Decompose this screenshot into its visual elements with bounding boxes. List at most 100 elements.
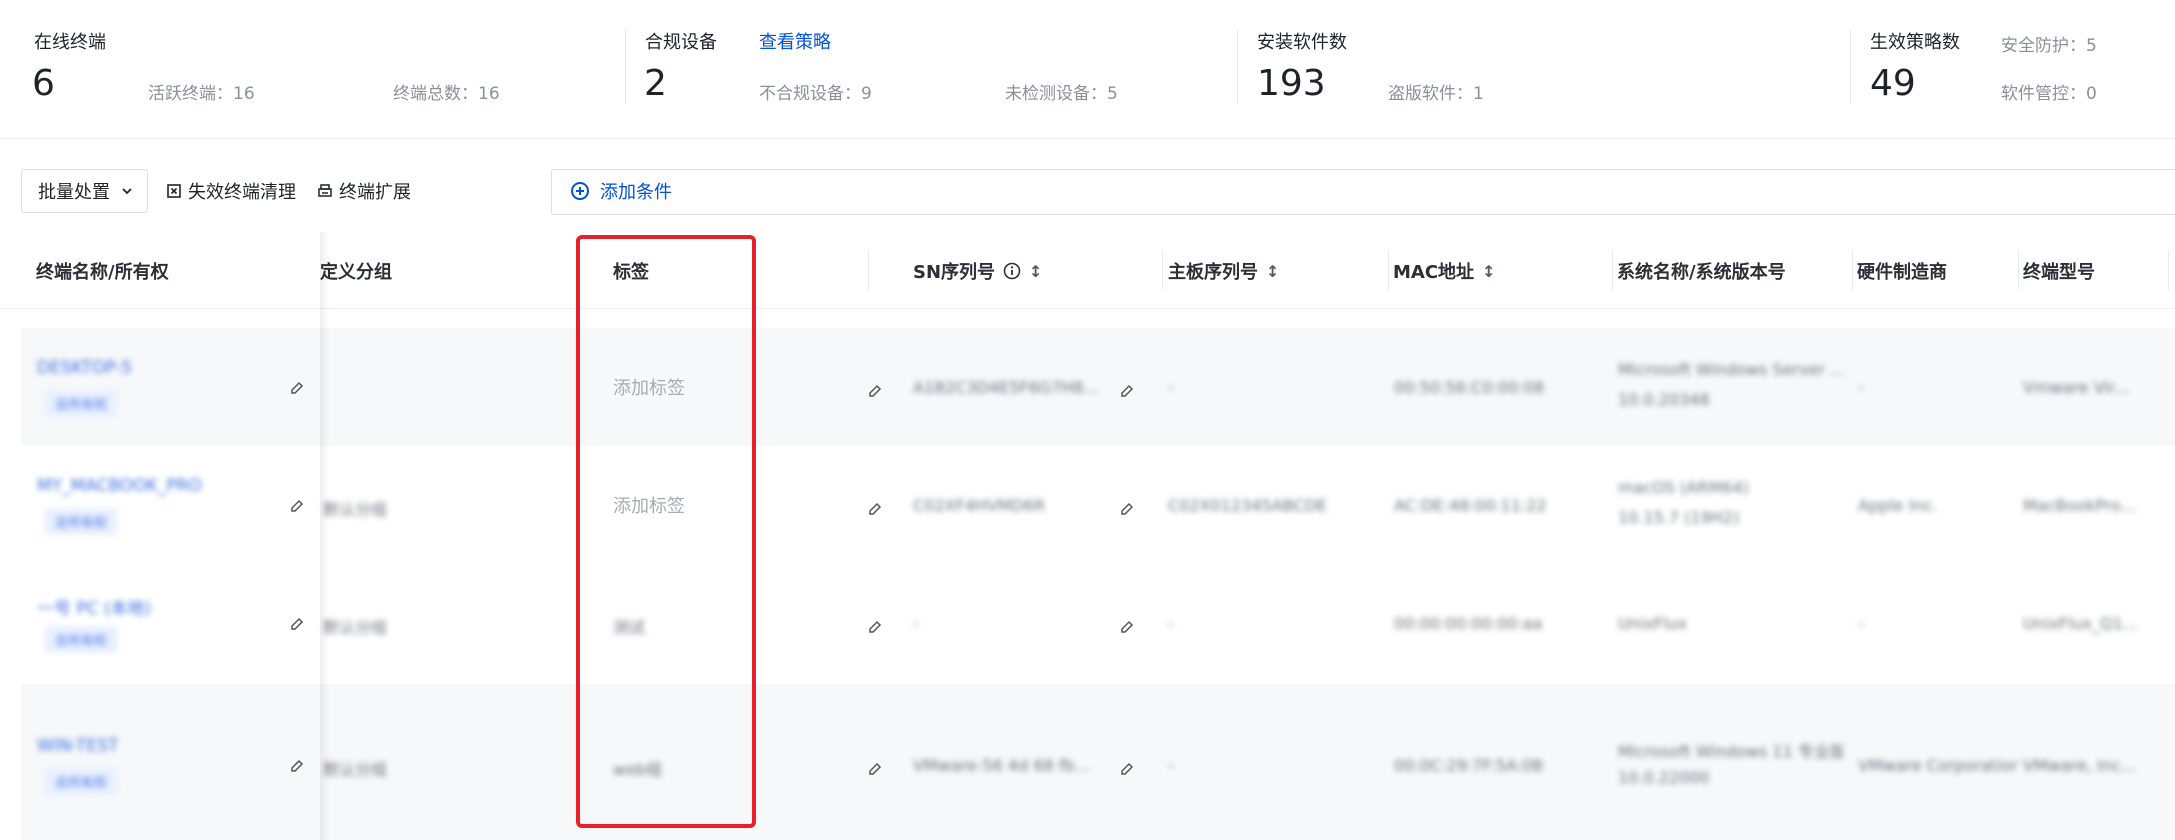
stat-divider (1850, 30, 1851, 104)
col-header-vendor[interactable]: 硬件制造商 (1857, 258, 1947, 284)
edit-icon[interactable] (867, 501, 883, 517)
edit-icon[interactable] (867, 383, 883, 399)
chevron-down-icon (122, 188, 132, 195)
batch-action-dropdown[interactable]: 批量处置 (21, 169, 148, 213)
col-header-board[interactable]: 主板序列号 ↕ (1168, 258, 1279, 284)
sort-icon[interactable]: ↕ (1482, 262, 1495, 281)
table-row[interactable]: MY_MACBOOK_PRO 总所有权 默认分组 添加标签 C02XF4HVMD… (21, 446, 2175, 564)
column-divider[interactable] (868, 250, 869, 290)
column-divider[interactable] (1162, 250, 1163, 290)
ownership-badge: 总所有权 (45, 390, 118, 417)
edit-icon[interactable] (1119, 501, 1135, 517)
installed-software-title: 安装软件数 (1257, 32, 1347, 53)
os-name: macOS (ARM64) (1618, 478, 1749, 497)
os-version: 10.0.22000 (1618, 768, 1710, 787)
model-value: UnixFlux_Q1... (2023, 614, 2139, 633)
os-version: 10.0.20348 (1618, 390, 1710, 409)
info-icon[interactable] (1003, 262, 1021, 280)
sort-icon[interactable]: ↕ (1029, 262, 1042, 281)
terminal-name-link[interactable]: WIN-TEST (37, 736, 118, 756)
active-policies-value: 49 (1870, 63, 1916, 104)
terminal-extend-button[interactable]: 终端扩展 (317, 178, 411, 204)
view-policy-link[interactable]: 查看策略 (759, 28, 831, 54)
terminal-name-link[interactable]: MY_MACBOOK_PRO (37, 476, 202, 496)
stats-header: 在线终端 6 活跃终端：16 终端总数：16 合规设备 查看策略 2 不合规设备… (0, 0, 2175, 139)
sort-icon[interactable]: ↕ (1266, 262, 1279, 281)
ownership-badge: 总所有权 (45, 768, 118, 795)
sn-value: A1B2C3D4E5F6G7H8... (913, 378, 1099, 397)
pirated-software: 盗版软件：1 (1388, 84, 1484, 104)
mac-value: AC:DE:48:00:11:22 (1394, 496, 1547, 515)
vendor-value: Apple Inc. (1858, 496, 1938, 515)
os-name: Microsoft Windows 11 专业版 (1618, 742, 1843, 761)
terminal-name-link[interactable]: DESKTOP-5 (37, 358, 132, 378)
col-header-model[interactable]: 终端型号 (2023, 258, 2095, 284)
ownership-badge: 总所有权 (45, 626, 118, 653)
frozen-column-shadow (320, 232, 330, 840)
edit-icon[interactable] (289, 758, 305, 774)
os-version: 10.15.7 (19H2) (1618, 508, 1740, 527)
model-value: Vmware Vir... (2023, 378, 2129, 397)
col-header-mac[interactable]: MAC地址 ↕ (1393, 258, 1495, 284)
software-control: 软件管控：0 (2001, 84, 2097, 104)
compliant-devices-value: 2 (644, 63, 667, 104)
edit-icon[interactable] (867, 619, 883, 635)
os-name: Microsoft Windows Server ... (1618, 360, 1843, 379)
col-header-os[interactable]: 系统名称/系统版本号 (1617, 258, 1786, 284)
active-terminals: 活跃终端：16 (148, 84, 255, 104)
vendor-value: VMware Corporation (1858, 756, 2018, 775)
vendor-value: - (1858, 614, 1864, 633)
column-divider[interactable] (2018, 250, 2019, 290)
model-value: MacBookPro... (2023, 496, 2136, 515)
column-divider[interactable] (1852, 250, 1853, 290)
table-row[interactable]: DESKTOP-5 总所有权 添加标签 A1B2C3D4E5F6G7H8... … (21, 328, 2175, 446)
col-header-sn[interactable]: SN序列号 ↕ (913, 258, 1042, 284)
column-divider[interactable] (2168, 250, 2169, 290)
model-value: VMware, Inc... (2023, 756, 2136, 775)
table-row[interactable]: 一号 PC (本地) 总所有权 默认分组 测试 - - 00:00:00:00:… (21, 564, 2175, 684)
edit-icon[interactable] (289, 498, 305, 514)
column-divider[interactable] (1612, 250, 1613, 290)
unchecked-devices: 未检测设备：5 (1005, 84, 1118, 104)
terminal-name-link[interactable]: 一号 PC (本地) (37, 594, 151, 619)
plus-circle-icon (571, 182, 589, 200)
edit-icon[interactable] (1119, 761, 1135, 777)
batch-action-label: 批量处置 (38, 182, 110, 203)
add-condition-button[interactable]: 添加条件 (570, 178, 672, 204)
filter-bar[interactable] (551, 169, 2175, 215)
clear-box-icon (167, 184, 181, 198)
cleanup-label: 失效终端清理 (188, 182, 296, 203)
col-header-group[interactable]: 定义分组 (302, 258, 392, 284)
security-protection: 安全防护：5 (2001, 36, 2097, 56)
table-row[interactable]: WIN-TEST 总所有权 默认分组 web组 VMware-56 4d 68 … (21, 684, 2175, 840)
sn-value: VMware-56 4d 68 fb... (913, 756, 1090, 775)
os-name: UnixFlux (1618, 614, 1688, 633)
extend-label: 终端扩展 (339, 182, 411, 203)
mac-value: 00:50:56:C0:00:08 (1394, 378, 1545, 397)
edit-icon[interactable] (1119, 383, 1135, 399)
printer-icon (318, 184, 332, 197)
invalid-terminal-cleanup-button[interactable]: 失效终端清理 (166, 178, 296, 204)
total-terminals: 终端总数：16 (393, 84, 500, 104)
board-value: C02X012345ABCDE (1168, 496, 1327, 515)
compliant-devices-title: 合规设备 (645, 32, 717, 53)
edit-icon[interactable] (289, 616, 305, 632)
sn-value: C02XF4HVMD6R (913, 496, 1046, 515)
stat-divider (1237, 30, 1238, 104)
stat-divider (625, 30, 626, 104)
tag-column-highlight (576, 235, 756, 828)
edit-icon[interactable] (289, 380, 305, 396)
online-terminals-title: 在线终端 (34, 32, 106, 53)
ownership-badge: 总所有权 (45, 508, 118, 535)
group-name: 默认分组 (323, 760, 388, 779)
add-condition-label: 添加条件 (600, 182, 672, 203)
mac-value: 00:0C:29:7F:5A:0B (1394, 756, 1544, 775)
column-divider[interactable] (1388, 250, 1389, 290)
sn-value: - (913, 614, 919, 633)
col-header-name[interactable]: 终端名称/所有权 (36, 258, 169, 284)
board-value: - (1168, 378, 1174, 397)
edit-icon[interactable] (1119, 619, 1135, 635)
group-name: 默认分组 (323, 618, 388, 637)
edit-icon[interactable] (867, 761, 883, 777)
noncompliant-devices: 不合规设备：9 (759, 84, 872, 104)
